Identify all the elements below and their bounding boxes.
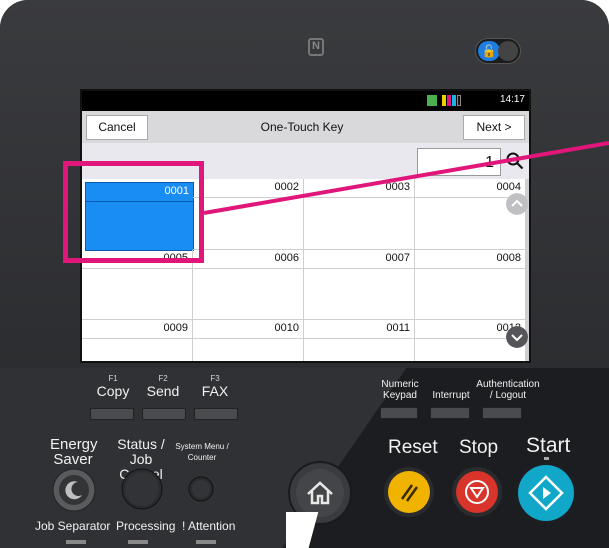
one-touch-key[interactable]: 0011	[304, 320, 415, 361]
processing-led	[128, 540, 148, 544]
copy-label: Copy	[96, 383, 130, 399]
key-number: 0010	[274, 322, 299, 334]
f1-copy-key[interactable]: F1 Copy	[93, 374, 133, 399]
scroll-down-icon[interactable]	[506, 326, 528, 348]
cancel-button[interactable]: Cancel	[86, 115, 148, 140]
one-touch-key[interactable]: 0009	[82, 320, 193, 361]
stop-button[interactable]	[451, 466, 503, 518]
highlight-box	[63, 161, 204, 263]
attention-led	[196, 540, 216, 544]
key-number: 0011	[386, 322, 410, 334]
key-number: 0009	[163, 322, 188, 334]
start-label: Start	[526, 434, 571, 457]
next-button[interactable]: Next >	[463, 115, 525, 140]
send-label: Send	[146, 383, 180, 399]
toner-level-icon	[442, 95, 461, 106]
reset-button[interactable]	[383, 466, 435, 518]
fax-label: FAX	[201, 383, 229, 399]
energy-saver-label: Energy Saver	[50, 436, 98, 468]
key-number: 0008	[496, 252, 521, 264]
one-touch-key[interactable]: 0006	[193, 250, 304, 320]
key-number: 0006	[274, 252, 299, 264]
start-button[interactable]	[513, 460, 579, 526]
attention-label: ! Attention	[182, 519, 236, 533]
numeric-keypad-label: Numeric Keypad	[381, 379, 419, 401]
status-bar: 14:17	[82, 91, 529, 111]
key-number: 0003	[385, 181, 410, 193]
processing-label: Processing	[116, 519, 176, 533]
logout-button[interactable]	[482, 407, 522, 419]
numeric-keypad-button[interactable]	[380, 407, 418, 419]
start-led	[544, 457, 549, 460]
f3-button[interactable]	[194, 408, 238, 420]
key-divider	[193, 268, 303, 269]
job-separator-led	[66, 540, 86, 544]
f1-button[interactable]	[90, 408, 134, 420]
status-job-cancel-button[interactable]	[121, 468, 163, 510]
panel-lock-toggle[interactable]: 🔓	[475, 38, 521, 64]
paper-status-icon	[427, 95, 437, 106]
nfc-icon: N	[308, 38, 324, 56]
system-menu-label: System Menu / Counter	[175, 442, 229, 462]
authentication-label: Authentication / Logout	[476, 379, 540, 401]
f2-send-key[interactable]: F2 Send	[143, 374, 183, 399]
one-touch-key[interactable]: 0008	[415, 250, 526, 320]
reset-label: Reset	[388, 437, 438, 458]
key-number: 0004	[496, 181, 521, 193]
key-divider	[415, 268, 525, 269]
one-touch-key[interactable]: 0002	[193, 179, 304, 250]
key-divider	[82, 338, 192, 339]
energy-saver-button[interactable]	[52, 468, 96, 512]
key-number-input[interactable]: 1	[417, 148, 501, 176]
f2-label: F2	[158, 374, 168, 383]
interrupt-label: Interrupt	[432, 390, 470, 401]
f2-button[interactable]	[142, 408, 186, 420]
key-divider	[82, 268, 192, 269]
key-divider	[304, 268, 414, 269]
interrupt-button[interactable]	[430, 407, 470, 419]
key-divider	[193, 197, 303, 198]
job-separator-label: Job Separator	[35, 519, 111, 533]
system-menu-button[interactable]	[188, 476, 214, 502]
stop-label: Stop	[459, 437, 499, 458]
f1-label: F1	[108, 374, 118, 383]
title-bar: Cancel One-Touch Key Next >	[82, 111, 529, 143]
f3-label: F3	[210, 374, 220, 383]
scroll-up-icon[interactable]	[506, 193, 528, 215]
one-touch-key[interactable]: 0003	[304, 179, 415, 250]
one-touch-key[interactable]: 0010	[193, 320, 304, 361]
one-touch-key[interactable]: 0007	[304, 250, 415, 320]
one-touch-key[interactable]: 0004	[415, 179, 526, 250]
key-divider	[304, 338, 414, 339]
search-icon[interactable]	[506, 152, 524, 170]
key-number: 0002	[274, 181, 299, 193]
lock-open-icon: 🔓	[478, 41, 500, 61]
screen-title: One-Touch Key	[260, 120, 344, 134]
key-number: 0007	[385, 252, 410, 264]
key-divider	[304, 197, 414, 198]
status-time: 14:17	[499, 94, 525, 105]
toggle-knob	[498, 41, 518, 61]
key-divider	[193, 338, 303, 339]
f3-fax-key[interactable]: F3 FAX	[195, 374, 235, 399]
